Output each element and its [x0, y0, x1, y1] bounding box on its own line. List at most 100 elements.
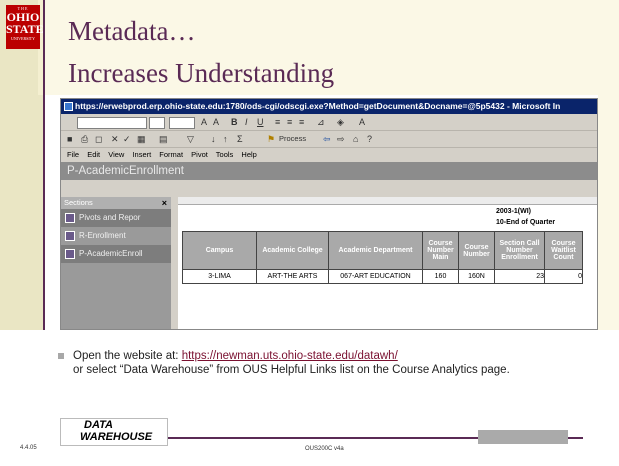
section-item-label: R-Enrollment — [79, 231, 126, 240]
menu-bar: File Edit View Insert Format Pivot Tools… — [61, 148, 597, 162]
slide: THE OHIO STATE UNIVERSITY Metadata… Incr… — [0, 0, 619, 466]
document-title: P-AcademicEnrollment — [61, 162, 597, 180]
bullet-text: Open the website at: https://newman.uts.… — [58, 349, 613, 377]
menu-format[interactable]: Format — [159, 150, 183, 159]
menu-insert[interactable]: Insert — [132, 150, 151, 159]
section-item-label: P-AcademicEnroll — [79, 249, 143, 258]
help-icon[interactable]: ? — [367, 134, 372, 144]
footer-gray-box — [478, 430, 568, 444]
sum-icon[interactable]: Σ — [237, 134, 243, 144]
save-icon[interactable]: ■ — [67, 134, 72, 144]
table-cell[interactable]: 3-LIMA — [182, 269, 257, 284]
section-item-r-enrollment[interactable]: R-Enrollment — [61, 227, 171, 245]
column-header[interactable]: Course Number — [458, 231, 495, 270]
term-label: 2003-1(WI) — [496, 208, 532, 215]
slide-date: 4.4.05 — [20, 445, 37, 451]
italic-icon[interactable]: I — [245, 117, 248, 127]
datawh-link[interactable]: https://newman.uts.ohio-state.edu/datawh… — [182, 350, 398, 362]
section-item-label: Pivots and Repor — [79, 213, 141, 222]
border-icon[interactable]: ⊿ — [317, 117, 325, 128]
process-label[interactable]: Process — [279, 134, 306, 143]
table-cell[interactable]: 160 — [422, 269, 459, 284]
process-icon[interactable]: ⚑ — [267, 134, 275, 145]
sort-desc-icon[interactable]: ↑ — [223, 134, 228, 144]
section-item-p-academicenroll[interactable]: P-AcademicEnroll — [61, 245, 171, 263]
slide-title-line2: Increases Understanding — [68, 58, 335, 88]
font-name-dropdown[interactable] — [149, 117, 165, 129]
standard-toolbar: ■ ⎙ ◻ ✕ ✓ ▦ ▤ ▽ ↓ ↑ Σ ⚑ Process ⇦ ⇨ ⌂ ? — [61, 131, 597, 148]
grid-ruler — [178, 197, 597, 205]
embedded-screenshot: https://erwebprod.erp.ohio-state.edu:178… — [60, 98, 598, 330]
column-header[interactable]: Academic College — [256, 231, 329, 270]
bullet-prefix: Open the website at: — [73, 350, 182, 362]
osu-logo: THE OHIO STATE UNIVERSITY — [6, 5, 44, 49]
column-header[interactable]: Course Waitlist Count — [544, 231, 583, 270]
table-cell[interactable]: 0 — [544, 269, 583, 284]
column-header[interactable]: Section Call Number Enrollment — [494, 231, 545, 270]
sections-label: Sections — [64, 198, 93, 207]
data-warehouse-logo: DATA WAREHOUSE — [60, 413, 170, 449]
format-toolbar: A A B I U ≡ ≡ ≡ ⊿ ◈ A — [61, 114, 597, 131]
sections-header: Sections × — [61, 197, 171, 209]
column-header[interactable]: Course Number Main — [422, 231, 459, 270]
menu-help[interactable]: Help — [241, 150, 256, 159]
chart-icon[interactable]: ▤ — [159, 134, 168, 145]
font-color-icon[interactable]: A — [359, 117, 365, 127]
grid-icon[interactable]: ▦ — [137, 134, 146, 145]
filter-icon[interactable]: ▽ — [187, 134, 194, 145]
menu-edit[interactable]: Edit — [87, 150, 100, 159]
check-icon[interactable]: ✓ — [123, 134, 131, 145]
logo-state: STATE — [6, 22, 44, 36]
sections-panel: Sections × Pivots and Repor R-Enrollment… — [61, 197, 171, 329]
menu-file[interactable]: File — [67, 150, 79, 159]
bullet-rest: or select “Data Warehouse” from OUS Help… — [73, 364, 510, 376]
back-icon[interactable]: ⇦ — [323, 134, 331, 145]
logo-university: UNIVERSITY — [11, 36, 35, 41]
table-cell[interactable]: 067-ART EDUCATION — [328, 269, 423, 284]
bullet-marker — [58, 353, 64, 359]
table-row: 3-LIMA ART-THE ARTS 067-ART EDUCATION 16… — [182, 269, 583, 284]
table-cell[interactable]: 160N — [458, 269, 495, 284]
align-right-icon[interactable]: ≡ — [299, 117, 304, 127]
align-center-icon[interactable]: ≡ — [287, 117, 292, 127]
menu-view[interactable]: View — [108, 150, 124, 159]
align-left-icon[interactable]: ≡ — [275, 117, 280, 127]
vertical-divider — [43, 0, 45, 330]
logo-data-text: DATA — [84, 419, 113, 431]
print-preview-icon[interactable]: ◻ — [95, 134, 102, 145]
report-icon — [65, 231, 75, 241]
section-item-pivots[interactable]: Pivots and Repor — [61, 209, 171, 227]
ie-icon — [64, 102, 73, 111]
browser-title-bar: https://erwebprod.erp.ohio-state.edu:178… — [61, 99, 597, 114]
browser-title-text: https://erwebprod.erp.ohio-state.edu:178… — [75, 101, 561, 111]
pivot-table: Campus Academic College Academic Departm… — [182, 231, 583, 284]
slide-title-line1: Metadata… — [68, 16, 196, 46]
font-grow-icon[interactable]: A — [201, 117, 207, 127]
print-icon[interactable]: ⎙ — [81, 134, 88, 145]
pivot-grid: 2003-1(WI) 10-End of Quarter Campus Acad… — [178, 197, 597, 329]
pivot-icon — [65, 249, 75, 259]
forward-icon[interactable]: ⇨ — [337, 134, 345, 145]
logo-warehouse-text: WAREHOUSE — [80, 431, 153, 443]
close-icon[interactable]: × — [162, 197, 167, 209]
font-shrink-icon[interactable]: A — [213, 117, 219, 127]
quarter-label: 10-End of Quarter — [496, 219, 556, 226]
underline-icon[interactable]: U — [257, 117, 264, 127]
column-header[interactable]: Campus — [182, 231, 257, 270]
sort-asc-icon[interactable]: ↓ — [211, 134, 216, 144]
menu-tools[interactable]: Tools — [216, 150, 234, 159]
folder-icon — [65, 213, 75, 223]
right-decor-band — [598, 95, 619, 330]
delete-icon[interactable]: ✕ — [111, 134, 119, 145]
table-cell[interactable]: 23 — [494, 269, 545, 284]
fill-color-icon[interactable]: ◈ — [337, 117, 344, 128]
home-icon[interactable]: ⌂ — [353, 134, 358, 144]
table-header-row: Campus Academic College Academic Departm… — [182, 231, 583, 270]
font-size-box[interactable] — [169, 117, 195, 129]
table-cell[interactable]: ART-THE ARTS — [256, 269, 329, 284]
bold-icon[interactable]: B — [231, 117, 238, 127]
menu-pivot[interactable]: Pivot — [191, 150, 208, 159]
column-header[interactable]: Academic Department — [328, 231, 423, 270]
font-name-box[interactable] — [77, 117, 147, 129]
course-code: OUS200C v4a — [305, 446, 344, 452]
